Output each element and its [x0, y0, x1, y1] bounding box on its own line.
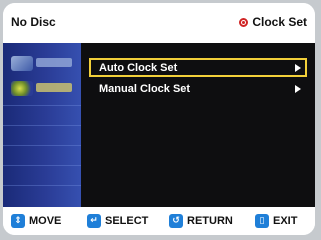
- exit-icon: ▯: [255, 214, 269, 228]
- menu-item-auto-clock-set[interactable]: Auto Clock Set: [89, 58, 307, 77]
- submenu-arrow-icon: [295, 63, 301, 72]
- divider: [3, 105, 81, 106]
- menu-item-label: Auto Clock Set: [99, 61, 178, 74]
- disc-menu-icon: [11, 56, 33, 71]
- menu-title: Clock Set: [239, 15, 307, 29]
- divider: [3, 185, 81, 186]
- disc-status-text: No Disc: [11, 15, 56, 29]
- sidebar-menu: [3, 43, 81, 207]
- osd-window: No Disc Clock Set Auto Clock Set Manual …: [3, 3, 315, 235]
- return-arrow-icon: ↺: [169, 214, 183, 228]
- return-hint: ↺ RETURN: [169, 214, 233, 228]
- clock-set-icon: [239, 17, 249, 27]
- sidebar-item-1[interactable]: [3, 53, 81, 75]
- setup-gear-icon: [11, 81, 33, 96]
- select-hint: ↵ SELECT: [87, 214, 148, 228]
- move-hint: ⇕ MOVE: [11, 214, 61, 228]
- menu-item-manual-clock-set[interactable]: Manual Clock Set: [89, 79, 307, 98]
- select-hint-label: SELECT: [105, 215, 149, 227]
- return-hint-label: RETURN: [187, 215, 233, 227]
- exit-hint-label: EXIT: [273, 215, 298, 227]
- header-bar: No Disc Clock Set: [3, 3, 315, 43]
- move-hint-label: MOVE: [29, 215, 62, 227]
- menu-item-label: Manual Clock Set: [99, 82, 191, 95]
- footer-hints: ⇕ MOVE ↵ SELECT ↺ RETURN ▯ EXIT: [3, 207, 315, 235]
- menu-title-label: Clock Set: [252, 15, 307, 29]
- sidebar-item-2[interactable]: [3, 78, 81, 100]
- sidebar-label-1: [36, 58, 72, 67]
- updown-arrows-icon: ⇕: [11, 214, 25, 228]
- submenu-arrow-icon: [295, 84, 301, 93]
- divider: [3, 145, 81, 146]
- divider: [3, 125, 81, 126]
- exit-hint: ▯ EXIT: [255, 214, 297, 228]
- menu-panel: Auto Clock Set Manual Clock Set: [81, 43, 315, 207]
- enter-icon: ↵: [87, 214, 101, 228]
- divider: [3, 165, 81, 166]
- sidebar-label-2: [36, 83, 72, 92]
